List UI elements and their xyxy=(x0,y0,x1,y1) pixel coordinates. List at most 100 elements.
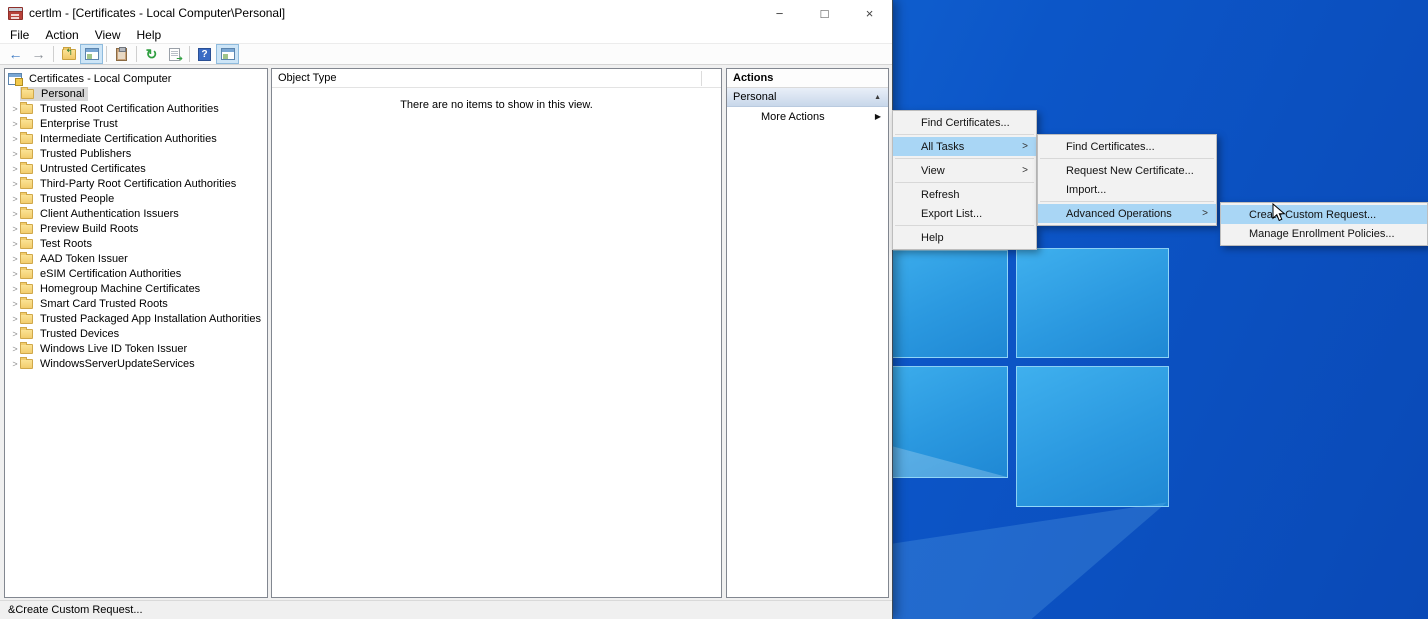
more-actions-item[interactable]: More Actions ▶ xyxy=(727,107,888,126)
chevron-right-icon[interactable]: > xyxy=(10,344,20,354)
light-beam xyxy=(850,500,1180,619)
chevron-right-icon[interactable]: > xyxy=(10,359,20,369)
tree-item-label: Smart Card Trusted Roots xyxy=(37,297,171,311)
menu-item-manage-enrollment-policies[interactable]: Manage Enrollment Policies... xyxy=(1221,224,1427,243)
export-list-button[interactable] xyxy=(163,44,186,64)
menu-separator xyxy=(895,225,1034,226)
chevron-right-icon[interactable]: > xyxy=(10,179,20,189)
menu-file[interactable]: File xyxy=(2,26,37,43)
menu-item-all-tasks[interactable]: All Tasks > xyxy=(893,137,1036,156)
show-action-pane-button[interactable] xyxy=(216,44,239,64)
up-one-level-button[interactable] xyxy=(57,44,80,64)
menu-item-help[interactable]: Help xyxy=(893,228,1036,247)
chevron-right-icon[interactable]: > xyxy=(10,329,20,339)
chevron-right-icon[interactable]: > xyxy=(10,284,20,294)
chevron-right-icon[interactable]: > xyxy=(10,314,20,324)
folder-icon xyxy=(20,209,33,219)
chevron-right-icon[interactable]: > xyxy=(10,239,20,249)
window-controls: − □ × xyxy=(757,0,892,26)
tree-item-client-authentication-issuers[interactable]: > Client Authentication Issuers xyxy=(5,206,267,221)
all-tasks-submenu: Find Certificates... Request New Certifi… xyxy=(1037,134,1217,226)
tree-item-windows-live-id-token-issuer[interactable]: > Windows Live ID Token Issuer xyxy=(5,341,267,356)
folder-icon xyxy=(20,179,33,189)
chevron-right-icon[interactable]: > xyxy=(10,224,20,234)
toolbar: ← → ↻ ? xyxy=(0,43,892,65)
menu-item-request-new-certificate[interactable]: Request New Certificate... xyxy=(1038,161,1216,180)
folder-icon xyxy=(20,164,33,174)
chevron-right-icon[interactable]: > xyxy=(10,254,20,264)
menu-item-view[interactable]: View > xyxy=(893,161,1036,180)
tree-item-enterprise-trust[interactable]: > Enterprise Trust xyxy=(5,116,267,131)
tree-item-windowsserverupdateservices[interactable]: > WindowsServerUpdateServices xyxy=(5,356,267,371)
refresh-icon: ↻ xyxy=(146,47,158,61)
menu-action[interactable]: Action xyxy=(37,26,86,43)
collapse-arrow-icon[interactable]: ▲ xyxy=(874,94,881,101)
menu-item-create-custom-request[interactable]: Create Custom Request... xyxy=(1221,205,1427,224)
menu-help[interactable]: Help xyxy=(129,26,170,43)
tree-item-preview-build-roots[interactable]: > Preview Build Roots xyxy=(5,221,267,236)
chevron-right-icon[interactable]: > xyxy=(10,164,20,174)
chevron-right-icon[interactable]: > xyxy=(10,149,20,159)
console-tree-pane: Certificates - Local Computer Personal >… xyxy=(4,68,268,598)
folder-icon xyxy=(20,299,33,309)
tree-item-trusted-publishers[interactable]: > Trusted Publishers xyxy=(5,146,267,161)
menu-separator xyxy=(895,158,1034,159)
back-button[interactable]: ← xyxy=(4,44,27,64)
folder-icon xyxy=(21,89,34,99)
tree-item-homegroup-machine-certificates[interactable]: > Homegroup Machine Certificates xyxy=(5,281,267,296)
folder-icon xyxy=(20,134,33,144)
item-list-pane: Object Type There are no items to show i… xyxy=(271,68,722,598)
tree-item-trusted-people[interactable]: > Trusted People xyxy=(5,191,267,206)
console-tree-icon xyxy=(85,48,99,60)
tree-root-certificates-local-computer[interactable]: Certificates - Local Computer xyxy=(5,71,267,86)
tree-item-trusted-devices[interactable]: > Trusted Devices xyxy=(5,326,267,341)
chevron-right-icon[interactable]: > xyxy=(10,299,20,309)
titlebar: certlm - [Certificates - Local Computer\… xyxy=(0,0,892,26)
chevron-right-icon[interactable]: > xyxy=(10,119,20,129)
chevron-right-icon[interactable]: > xyxy=(10,209,20,219)
minimize-button[interactable]: − xyxy=(757,0,802,26)
tree-item-aad-token-issuer[interactable]: > AAD Token Issuer xyxy=(5,251,267,266)
menu-item-export-list[interactable]: Export List... xyxy=(893,204,1036,223)
column-divider[interactable] xyxy=(701,71,702,86)
refresh-button[interactable]: ↻ xyxy=(140,44,163,64)
tree-item-esim-certification-authorities[interactable]: > eSIM Certification Authorities xyxy=(5,266,267,281)
chevron-right-icon[interactable]: > xyxy=(10,269,20,279)
show-console-tree-button[interactable] xyxy=(80,44,103,64)
help-button[interactable]: ? xyxy=(193,44,216,64)
tree-item-trusted-root-certification-authorities[interactable]: > Trusted Root Certification Authorities xyxy=(5,101,267,116)
menu-item-refresh[interactable]: Refresh xyxy=(893,185,1036,204)
folder-icon xyxy=(20,344,33,354)
folder-icon xyxy=(20,314,33,324)
paste-button[interactable] xyxy=(110,44,133,64)
menu-separator xyxy=(895,182,1034,183)
menu-view[interactable]: View xyxy=(87,26,129,43)
tree-item-third-party-root-certification-authorities[interactable]: > Third-Party Root Certification Authori… xyxy=(5,176,267,191)
tree-item-label: Client Authentication Issuers xyxy=(37,207,182,221)
status-text: &Create Custom Request... xyxy=(8,604,143,616)
actions-section-label: Personal xyxy=(733,91,776,103)
chevron-right-icon[interactable]: > xyxy=(10,134,20,144)
menu-item-advanced-operations[interactable]: Advanced Operations > xyxy=(1038,204,1216,223)
menu-item-import[interactable]: Import... xyxy=(1038,180,1216,199)
folder-icon xyxy=(20,149,33,159)
submenu-arrow-icon: > xyxy=(1022,141,1028,152)
close-button[interactable]: × xyxy=(847,0,892,26)
tree-item-test-roots[interactable]: > Test Roots xyxy=(5,236,267,251)
column-header-object-type[interactable]: Object Type xyxy=(278,72,337,84)
maximize-button[interactable]: □ xyxy=(802,0,847,26)
tree-root-label: Certificates - Local Computer xyxy=(26,72,174,86)
tree-item-untrusted-certificates[interactable]: > Untrusted Certificates xyxy=(5,161,267,176)
actions-section-personal[interactable]: Personal ▲ xyxy=(727,88,888,107)
forward-button[interactable]: → xyxy=(27,44,50,64)
tree-item-smart-card-trusted-roots[interactable]: > Smart Card Trusted Roots xyxy=(5,296,267,311)
tree-item-trusted-packaged-app-installation-authorities[interactable]: > Trusted Packaged App Installation Auth… xyxy=(5,311,267,326)
tree-item-label: Test Roots xyxy=(37,237,95,251)
chevron-right-icon[interactable]: > xyxy=(10,194,20,204)
menu-item-find-certificates[interactable]: Find Certificates... xyxy=(893,113,1036,132)
menu-item-find-certificates[interactable]: Find Certificates... xyxy=(1038,137,1216,156)
personal-context-menu: Find Certificates... All Tasks > View > … xyxy=(892,110,1037,250)
tree-item-intermediate-certification-authorities[interactable]: > Intermediate Certification Authorities xyxy=(5,131,267,146)
chevron-right-icon[interactable]: > xyxy=(10,104,20,114)
tree-item-personal[interactable]: Personal xyxy=(5,86,267,101)
